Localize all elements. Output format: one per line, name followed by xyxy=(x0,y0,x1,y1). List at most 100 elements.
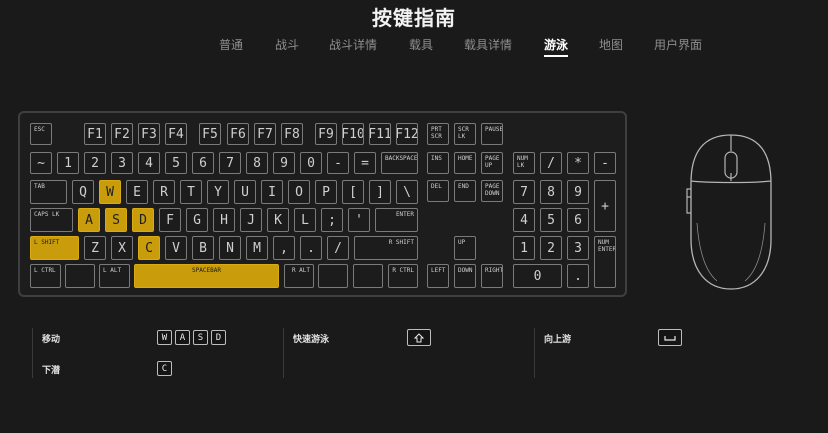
key-pgup[interactable]: PAGE UP xyxy=(481,152,503,174)
key-np0[interactable]: 0 xyxy=(513,264,562,288)
key-np1[interactable]: 1 xyxy=(513,236,535,260)
key-backspace[interactable]: BACKSPACE xyxy=(381,152,418,174)
key-home[interactable]: HOME xyxy=(454,152,476,174)
key-q[interactable]: Q xyxy=(72,180,94,204)
key-scrlk[interactable]: SCR LK xyxy=(454,123,476,145)
key-w[interactable]: W xyxy=(99,180,121,204)
key-npmul[interactable]: * xyxy=(567,152,589,174)
key-o[interactable]: O xyxy=(288,180,310,204)
key-del[interactable]: DEL xyxy=(427,180,449,202)
key-np6[interactable]: 6 xyxy=(567,208,589,232)
key-period[interactable]: . xyxy=(300,236,322,260)
key-f8[interactable]: F8 xyxy=(281,123,303,145)
key-g[interactable]: G xyxy=(186,208,208,232)
key-lbr[interactable]: [ xyxy=(342,180,364,204)
key-comma[interactable]: , xyxy=(273,236,295,260)
key-npsub[interactable]: - xyxy=(594,152,616,174)
key-f1[interactable]: F1 xyxy=(84,123,106,145)
key-np4[interactable]: 4 xyxy=(513,208,535,232)
key-k[interactable]: K xyxy=(267,208,289,232)
key-lctrl[interactable]: L CTRL xyxy=(30,264,61,288)
key-bslash[interactable]: \ xyxy=(396,180,418,204)
key-n[interactable]: N xyxy=(219,236,241,260)
key-f3[interactable]: F3 xyxy=(138,123,160,145)
key-right[interactable]: RIGHT xyxy=(481,264,503,288)
key-d[interactable]: D xyxy=(132,208,154,232)
key-v[interactable]: V xyxy=(165,236,187,260)
key-pause[interactable]: PAUSE xyxy=(481,123,503,145)
key-up[interactable]: UP xyxy=(454,236,476,260)
key-f6[interactable]: F6 xyxy=(227,123,249,145)
key-rshift[interactable]: R SHIFT xyxy=(354,236,418,260)
key-npdot[interactable]: . xyxy=(567,264,589,288)
key-n8[interactable]: 8 xyxy=(246,152,268,174)
key-r[interactable]: R xyxy=(153,180,175,204)
key-f12[interactable]: F12 xyxy=(396,123,418,145)
key-e[interactable]: E xyxy=(126,180,148,204)
key-slash[interactable]: / xyxy=(327,236,349,260)
key-c[interactable]: C xyxy=(138,236,160,260)
key-semi[interactable]: ; xyxy=(321,208,343,232)
key-down[interactable]: DOWN xyxy=(454,264,476,288)
key-ralt[interactable]: R ALT xyxy=(284,264,314,288)
key-n9[interactable]: 9 xyxy=(273,152,295,174)
key-np3[interactable]: 3 xyxy=(567,236,589,260)
key-numlk[interactable]: NUM LK xyxy=(513,152,535,174)
key-npdiv[interactable]: / xyxy=(540,152,562,174)
key-f4[interactable]: F4 xyxy=(165,123,187,145)
key-menu[interactable] xyxy=(353,264,383,288)
key-u[interactable]: U xyxy=(234,180,256,204)
tab-2[interactable]: 战斗 xyxy=(275,36,299,53)
key-m[interactable]: M xyxy=(246,236,268,260)
key-esc[interactable]: ESC xyxy=(30,123,52,145)
key-npadd[interactable]: + xyxy=(594,180,616,232)
key-n4[interactable]: 4 xyxy=(138,152,160,174)
key-y[interactable]: Y xyxy=(207,180,229,204)
key-np5[interactable]: 5 xyxy=(540,208,562,232)
key-p[interactable]: P xyxy=(315,180,337,204)
key-np7[interactable]: 7 xyxy=(513,180,535,204)
key-npenter[interactable]: NUM ENTER xyxy=(594,236,616,288)
tab-5[interactable]: 载具详情 xyxy=(464,36,512,53)
key-lalt[interactable]: L ALT xyxy=(99,264,130,288)
key-a[interactable]: A xyxy=(78,208,100,232)
key-x[interactable]: X xyxy=(111,236,133,260)
key-caps[interactable]: CAPS LK xyxy=(30,208,73,232)
key-f9[interactable]: F9 xyxy=(315,123,337,145)
key-prtscr[interactable]: PRT SCR xyxy=(427,123,449,145)
key-h[interactable]: H xyxy=(213,208,235,232)
key-f7[interactable]: F7 xyxy=(254,123,276,145)
key-z[interactable]: Z xyxy=(84,236,106,260)
tab-7[interactable]: 地图 xyxy=(599,36,623,53)
key-t[interactable]: T xyxy=(180,180,202,204)
key-i[interactable]: I xyxy=(261,180,283,204)
key-lshift[interactable]: L SHIFT xyxy=(30,236,79,260)
key-f[interactable]: F xyxy=(159,208,181,232)
key-n0[interactable]: 0 xyxy=(300,152,322,174)
key-l[interactable]: L xyxy=(294,208,316,232)
key-np9[interactable]: 9 xyxy=(567,180,589,204)
key-s[interactable]: S xyxy=(105,208,127,232)
key-left[interactable]: LEFT xyxy=(427,264,449,288)
key-space[interactable]: SPACEBAR xyxy=(134,264,279,288)
key-n6[interactable]: 6 xyxy=(192,152,214,174)
key-n7[interactable]: 7 xyxy=(219,152,241,174)
key-tilde[interactable]: ~ xyxy=(30,152,52,174)
key-j[interactable]: J xyxy=(240,208,262,232)
key-rctrl[interactable]: R CTRL xyxy=(388,264,418,288)
key-n2[interactable]: 2 xyxy=(84,152,106,174)
key-f10[interactable]: F10 xyxy=(342,123,364,145)
tab-4[interactable]: 载具 xyxy=(409,36,433,53)
key-tab[interactable]: TAB xyxy=(30,180,67,204)
key-enter[interactable]: ENTER xyxy=(375,208,418,232)
key-equal[interactable]: = xyxy=(354,152,376,174)
key-np2[interactable]: 2 xyxy=(540,236,562,260)
tab-6[interactable]: 游泳 xyxy=(544,36,569,57)
tab-8[interactable]: 用户界面 xyxy=(654,36,702,53)
key-b[interactable]: B xyxy=(192,236,214,260)
key-quote[interactable]: ' xyxy=(348,208,370,232)
key-n1[interactable]: 1 xyxy=(57,152,79,174)
key-win[interactable] xyxy=(65,264,95,288)
key-f11[interactable]: F11 xyxy=(369,123,391,145)
key-rbr[interactable]: ] xyxy=(369,180,391,204)
